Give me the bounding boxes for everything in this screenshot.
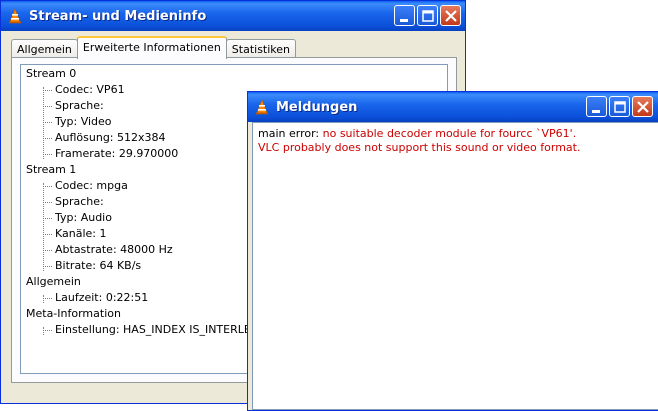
tree-item[interactable]: Abtastrate: 48000 Hz (43, 242, 173, 258)
minimize-button[interactable] (586, 96, 607, 117)
tree-item[interactable]: Bitrate: 64 KB/s (42, 258, 141, 274)
tree-item-allgemein[interactable]: Allgemein (26, 274, 81, 290)
maximize-icon (422, 10, 434, 22)
message-line: main error: no suitable decoder module f… (258, 127, 656, 141)
tree-item-stream-1[interactable]: Stream 1 (26, 162, 76, 178)
tree-item[interactable]: Sprache: (43, 194, 104, 210)
vlc-cone-icon (9, 8, 21, 24)
close-icon (445, 10, 457, 22)
maximize-icon (614, 101, 626, 113)
message-line: VLC probably does not support this sound… (258, 141, 656, 155)
tree-item-stream-0[interactable]: Stream 0 (26, 66, 76, 82)
tree-item[interactable]: Codec: mpga (43, 178, 128, 194)
tab-allgemein[interactable]: Allgemein (11, 39, 78, 59)
tree-item-meta-information[interactable]: Meta-Information (26, 306, 121, 322)
tree-item[interactable]: Typ: Video (43, 114, 112, 130)
messages-title: Meldungen (276, 99, 358, 115)
tree-connector (43, 327, 44, 335)
tab-statistiken[interactable]: Statistiken (225, 39, 297, 59)
message-prefix: main error: (258, 127, 323, 140)
tree-item[interactable]: Kanäle: 1 (43, 226, 107, 242)
message-text: no suitable decoder module for fourcc `V… (322, 127, 577, 140)
message-text: VLC probably does not support this sound… (258, 141, 581, 154)
tree-connector (43, 87, 44, 159)
close-icon (637, 101, 649, 113)
tree-connector (43, 295, 44, 303)
maximize-button[interactable] (609, 96, 630, 117)
tab-erweiterte-informationen[interactable]: Erweiterte Informationen (76, 36, 227, 59)
media-info-titlebar[interactable]: Stream- und Medieninfo (1, 1, 465, 31)
tree-item[interactable]: Typ: Audio (43, 210, 112, 226)
media-info-title: Stream- und Medieninfo (29, 8, 207, 24)
tree-item[interactable]: Codec: VP61 (43, 82, 125, 98)
close-button[interactable] (632, 96, 653, 117)
tree-item[interactable]: Sprache: (43, 98, 104, 114)
tree-connector (43, 183, 44, 271)
messages-log[interactable]: main error: no suitable decoder module f… (252, 122, 658, 410)
tab-strip: Allgemein Erweiterte Informationen Stati… (11, 36, 297, 59)
tree-item[interactable]: Framerate: 29.970000 (42, 146, 178, 162)
close-button[interactable] (440, 5, 461, 26)
vlc-cone-icon (256, 99, 268, 115)
messages-titlebar[interactable]: Meldungen (248, 92, 658, 122)
minimize-icon (400, 19, 408, 22)
maximize-button[interactable] (417, 5, 438, 26)
tree-item[interactable]: Auflösung: 512x384 (43, 130, 166, 146)
messages-window: Meldungen main error: no suitable decode… (247, 91, 658, 411)
minimize-icon (592, 110, 600, 113)
minimize-button[interactable] (394, 5, 415, 26)
tree-item[interactable]: Laufzeit: 0:22:51 (42, 290, 148, 306)
